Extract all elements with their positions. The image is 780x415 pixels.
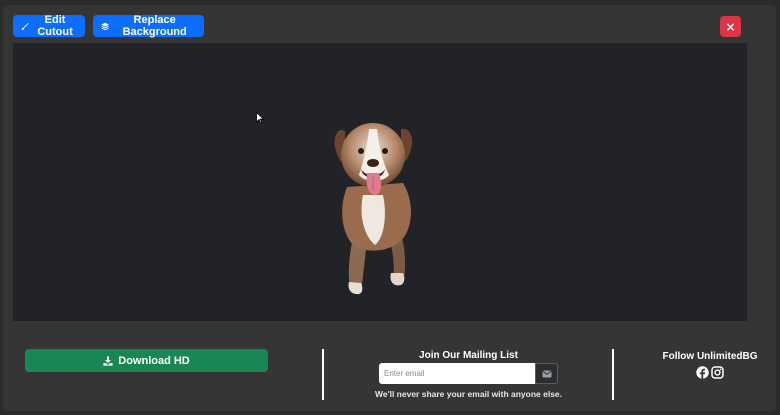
section-divider: [322, 349, 324, 400]
facebook-icon[interactable]: [696, 366, 709, 379]
envelope-icon: [542, 370, 551, 377]
close-button[interactable]: ×: [720, 16, 741, 37]
close-icon: ×: [725, 19, 736, 34]
image-canvas[interactable]: [13, 43, 747, 321]
email-submit-button[interactable]: [535, 363, 558, 384]
layers-icon: [101, 22, 109, 30]
mailing-list-title: Join Our Mailing List: [419, 350, 518, 361]
download-hd-label: Download HD: [118, 354, 190, 367]
section-divider: [612, 349, 614, 400]
email-input[interactable]: [379, 363, 536, 384]
social-links: [696, 366, 724, 379]
instagram-icon[interactable]: [711, 366, 724, 379]
follow-title: Follow UnlimitedBG: [662, 351, 758, 362]
dog-cutout-image: [334, 123, 413, 295]
mouse-cursor-icon: [256, 112, 264, 124]
replace-background-button[interactable]: Replace Background: [93, 14, 204, 38]
edit-cutout-label: Edit Cutout: [37, 14, 73, 38]
edit-cutout-button[interactable]: Edit Cutout: [13, 14, 85, 38]
privacy-note: We'll never share your email with anyone…: [374, 389, 563, 399]
download-icon: [103, 355, 113, 366]
replace-background-label: Replace Background: [122, 14, 187, 38]
brush-icon: [21, 22, 29, 30]
download-hd-button[interactable]: Download HD: [25, 349, 268, 372]
